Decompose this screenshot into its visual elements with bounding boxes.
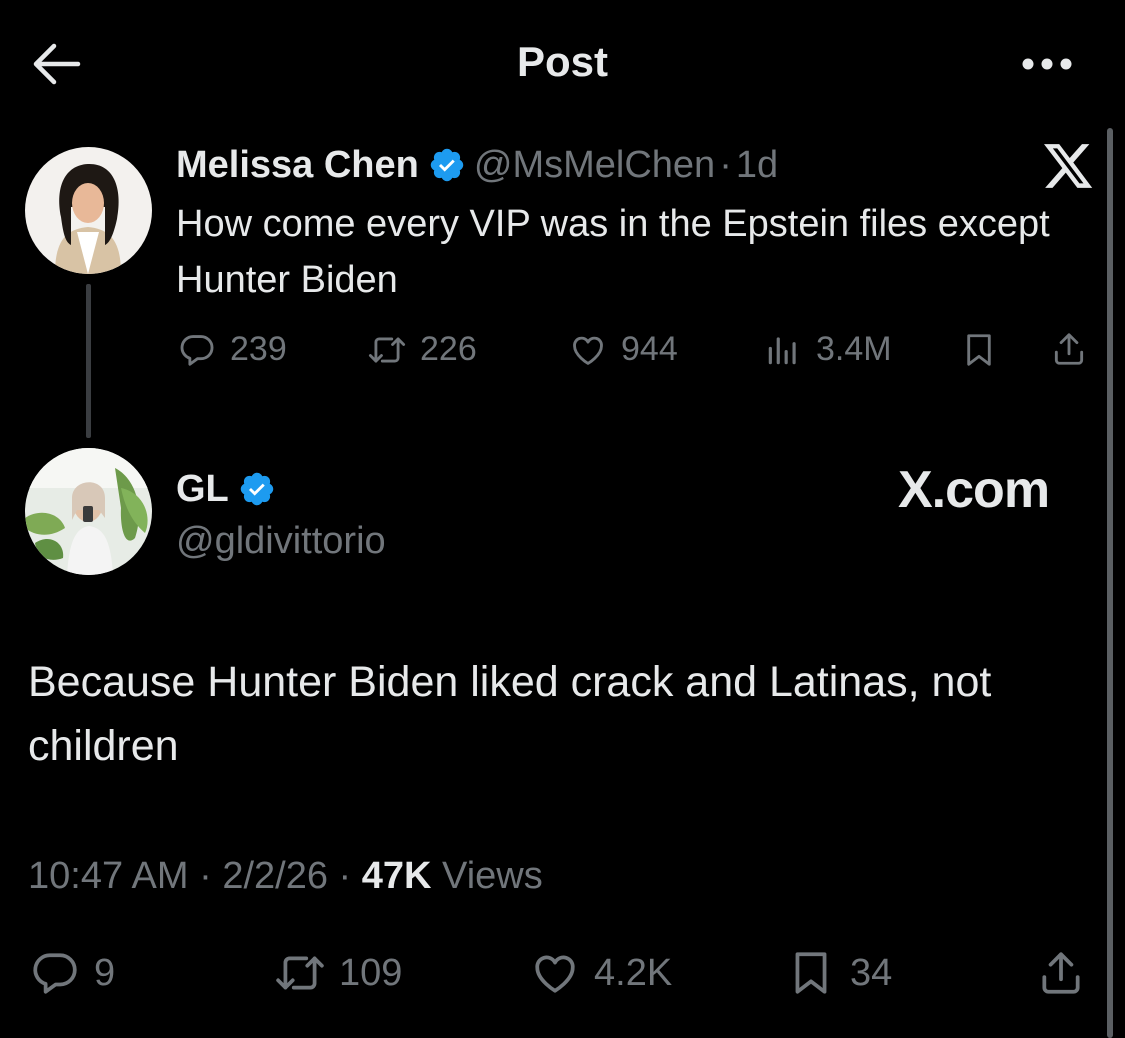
thread-connector-line bbox=[86, 284, 91, 438]
views-count[interactable]: 47K bbox=[362, 855, 432, 897]
retweet-button[interactable]: 226 bbox=[368, 330, 477, 369]
ellipsis-icon bbox=[1022, 58, 1072, 70]
views-label[interactable]: Views bbox=[432, 855, 543, 897]
separator-dot: · bbox=[188, 855, 223, 897]
heart-icon bbox=[573, 336, 603, 365]
quoted-tweet-header: Melissa Chen @MsMelChen · 1d bbox=[176, 140, 778, 190]
separator-dot: · bbox=[328, 855, 362, 897]
heart-icon bbox=[535, 955, 575, 993]
avatar[interactable] bbox=[25, 448, 152, 575]
avatar-image bbox=[25, 448, 152, 575]
like-button[interactable]: 944 bbox=[569, 330, 678, 369]
post-time[interactable]: 10:47 AM bbox=[28, 855, 189, 897]
reply-button[interactable]: 9 bbox=[30, 948, 115, 998]
page-title: Post bbox=[516, 38, 608, 85]
bookmark-button[interactable] bbox=[960, 331, 1012, 369]
tweet-meta: 10:47 AM · 2/2/26 · 47K Views bbox=[28, 855, 543, 898]
retweet-count: 109 bbox=[339, 951, 403, 994]
reply-icon bbox=[180, 334, 214, 366]
share-icon bbox=[1042, 952, 1080, 994]
bookmark-icon bbox=[795, 952, 827, 994]
bookmark-icon bbox=[967, 334, 991, 366]
reply-icon bbox=[33, 953, 77, 994]
share-button[interactable] bbox=[1050, 330, 1102, 368]
reply-count: 239 bbox=[230, 330, 287, 368]
views-button[interactable]: 3.4M bbox=[764, 330, 892, 369]
views-count: 3.4M bbox=[816, 330, 892, 368]
post-date[interactable]: 2/2/26 bbox=[222, 855, 328, 897]
reply-count: 9 bbox=[94, 951, 116, 994]
share-button[interactable] bbox=[1036, 948, 1100, 998]
scrollbar[interactable] bbox=[1107, 128, 1113, 1038]
like-count: 4.2K bbox=[594, 951, 673, 994]
arrow-left-icon bbox=[33, 43, 81, 85]
retweet-icon bbox=[368, 336, 406, 363]
verified-badge-icon bbox=[240, 472, 274, 506]
like-button[interactable]: 4.2K bbox=[530, 948, 672, 998]
author-name[interactable]: GL bbox=[176, 468, 229, 511]
author-handle[interactable]: @gldivittorio bbox=[176, 520, 386, 563]
retweet-button[interactable]: 109 bbox=[275, 948, 402, 998]
share-icon bbox=[1054, 333, 1084, 365]
retweet-icon bbox=[276, 956, 324, 990]
x-logo-icon bbox=[1044, 144, 1094, 190]
like-count: 944 bbox=[621, 330, 678, 368]
post-time[interactable]: 1d bbox=[736, 144, 778, 187]
bookmark-button[interactable]: 34 bbox=[786, 948, 892, 998]
retweet-count: 226 bbox=[420, 330, 477, 368]
main-author-row: GL bbox=[176, 466, 284, 512]
author-name[interactable]: Melissa Chen bbox=[176, 144, 419, 187]
back-button[interactable] bbox=[30, 42, 82, 86]
xcom-watermark: X.com bbox=[898, 461, 1050, 519]
quoted-tweet-text: How come every VIP was in the Epstein fi… bbox=[176, 203, 1050, 301]
separator-dot: · bbox=[719, 143, 732, 186]
avatar-image bbox=[25, 147, 152, 274]
reply-button[interactable]: 239 bbox=[178, 330, 287, 369]
bookmark-count: 34 bbox=[850, 951, 893, 994]
tweet-text: Because Hunter Biden liked crack and Lat… bbox=[28, 658, 992, 770]
avatar[interactable] bbox=[25, 147, 152, 274]
more-options-button[interactable] bbox=[1016, 48, 1078, 80]
author-handle[interactable]: @MsMelChen bbox=[474, 144, 715, 187]
verified-badge-icon bbox=[430, 148, 464, 182]
analytics-icon bbox=[768, 336, 796, 364]
